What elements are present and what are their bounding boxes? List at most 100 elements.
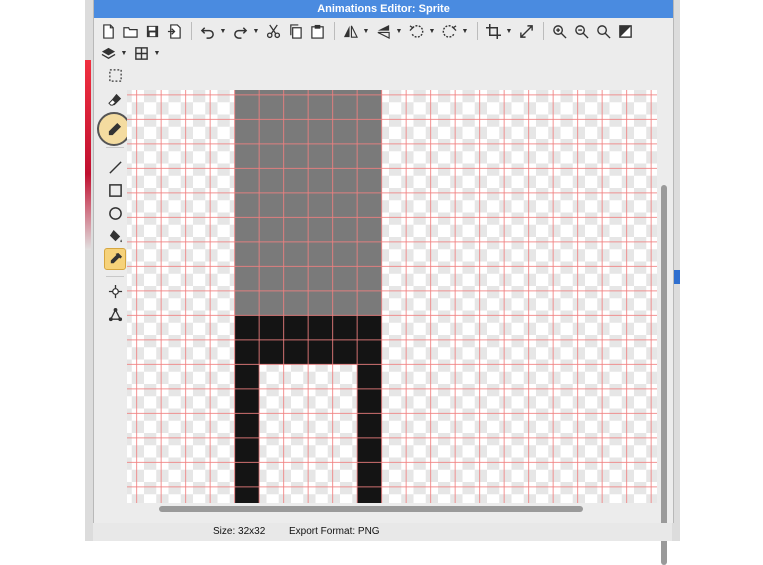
canvas-pixel-mark [168, 261, 181, 274]
vertical-scroll-thumb[interactable] [661, 185, 667, 565]
open-folder-icon[interactable] [120, 21, 140, 41]
canvas-pixel-mark [217, 286, 230, 299]
canvas-pixel-mark [168, 90, 181, 103]
canvas-pixel-mark [511, 139, 524, 152]
chevron-down-icon[interactable]: ▼ [120, 50, 128, 57]
canvas-pixel-mark [144, 237, 157, 250]
canvas-pixel-mark [462, 384, 475, 397]
canvas-pixel-mark [548, 371, 561, 384]
zoom-in-icon[interactable] [549, 21, 569, 41]
canvas-pixel-mark [523, 322, 536, 335]
canvas-pixel-mark [597, 102, 610, 115]
crop-icon[interactable] [483, 21, 503, 41]
canvas-pixel-mark [621, 249, 634, 262]
canvas-pixel-mark [193, 139, 206, 152]
canvas-pixel-mark [156, 347, 169, 360]
chevron-down-icon[interactable]: ▼ [395, 28, 403, 35]
eyedropper-icon[interactable] [104, 248, 126, 270]
canvas-pixel-mark [536, 163, 549, 176]
canvas-pixel-mark [168, 139, 181, 152]
redo-icon[interactable] [230, 21, 250, 41]
horizontal-scrollbar[interactable] [127, 505, 657, 513]
undo-icon[interactable] [197, 21, 217, 41]
canvas-pixel-mark [327, 420, 340, 433]
horizontal-scroll-thumb[interactable] [159, 506, 583, 512]
canvas-pixel-mark [572, 102, 585, 115]
canvas-pixel-mark [303, 445, 316, 458]
canvas-pixel-mark [523, 298, 536, 311]
paste-icon[interactable] [307, 21, 327, 41]
canvas-pixel-mark [144, 408, 157, 421]
canvas-pixel-mark [413, 482, 426, 495]
canvas-pixel-mark [144, 261, 157, 274]
canvas-pixel-mark [548, 249, 561, 262]
canvas-pixel-mark [205, 420, 218, 433]
copy-icon[interactable] [285, 21, 305, 41]
new-file-icon[interactable] [98, 21, 118, 41]
canvas-pixel-mark [315, 457, 328, 470]
select-rectangle-icon[interactable] [104, 64, 126, 86]
invert-icon[interactable] [615, 21, 635, 41]
canvas-pixel-mark [438, 163, 451, 176]
toolbar-row-1: ▼ ▼ ▼ ▼ ▼ ▼ ▼ [98, 20, 637, 42]
canvas-pixel-mark [389, 310, 402, 323]
canvas-pixel-mark [621, 494, 634, 503]
canvas-pixel-mark [303, 396, 316, 409]
sprite-canvas[interactable] [127, 90, 657, 503]
rotate-left-icon[interactable] [406, 21, 426, 41]
rectangle-icon[interactable] [104, 179, 126, 201]
flip-vertical-icon[interactable] [373, 21, 393, 41]
canvas-pixel-mark [401, 469, 414, 482]
cut-icon[interactable] [263, 21, 283, 41]
canvas-pixel-mark [413, 114, 426, 127]
canvas-pixel-mark [217, 90, 230, 103]
canvas-pixel-mark [193, 335, 206, 348]
canvas-pixel-mark [389, 408, 402, 421]
chevron-down-icon[interactable]: ▼ [219, 28, 227, 35]
chevron-down-icon[interactable]: ▼ [252, 28, 260, 35]
canvas-pixel-mark [193, 90, 206, 103]
canvas-pixel-mark [621, 420, 634, 433]
canvas-pixel-mark [144, 188, 157, 201]
canvas-pixel-mark [450, 224, 463, 237]
chevron-down-icon[interactable]: ▼ [428, 28, 436, 35]
ellipse-icon[interactable] [104, 202, 126, 224]
canvas-pixel-mark [193, 114, 206, 127]
export-icon[interactable] [164, 21, 184, 41]
line-icon[interactable] [104, 156, 126, 178]
zoom-out-icon[interactable] [571, 21, 591, 41]
chevron-down-icon[interactable]: ▼ [362, 28, 370, 35]
canvas-pixel-mark [340, 457, 353, 470]
canvas-pixel-mark [401, 273, 414, 286]
save-icon[interactable] [142, 21, 162, 41]
zoom-fit-icon[interactable] [593, 21, 613, 41]
canvas-pixel-mark [536, 188, 549, 201]
mouse-cursor-highlight [97, 112, 131, 146]
canvas-pixel-mark [499, 200, 512, 213]
chevron-down-icon[interactable]: ▼ [461, 28, 469, 35]
canvas-pixel-mark [131, 175, 144, 188]
canvas-pixel-mark [634, 286, 647, 299]
canvas-pixel-mark [205, 102, 218, 115]
rotate-right-icon[interactable] [439, 21, 459, 41]
paint-bucket-icon[interactable] [104, 225, 126, 247]
canvas-pixel-mark [438, 457, 451, 470]
transform-icon[interactable] [104, 303, 126, 325]
chevron-down-icon[interactable]: ▼ [505, 28, 513, 35]
eraser-icon[interactable] [104, 88, 126, 110]
canvas-pixel-mark [597, 175, 610, 188]
vertical-scrollbar[interactable] [660, 88, 668, 565]
resize-icon[interactable] [516, 21, 536, 41]
layers-icon[interactable] [98, 43, 118, 63]
flip-horizontal-icon[interactable] [340, 21, 360, 41]
chevron-down-icon[interactable]: ▼ [153, 50, 161, 57]
grid-icon[interactable] [131, 43, 151, 63]
canvas-pixel-mark [621, 445, 634, 458]
canvas-pixel-mark [315, 433, 328, 446]
canvas-pixel-mark [401, 494, 414, 503]
canvas-pixel-mark [462, 114, 475, 127]
pixel-grid[interactable] [127, 90, 657, 503]
canvas-pixel-mark [634, 139, 647, 152]
canvas-pixel-mark [609, 359, 622, 372]
move-point-icon[interactable] [104, 280, 126, 302]
